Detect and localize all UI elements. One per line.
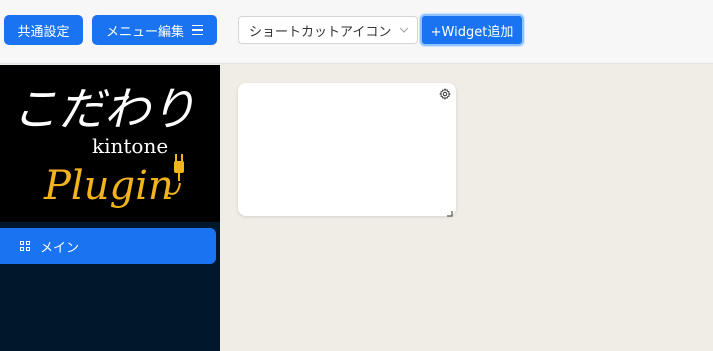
shortcut-select[interactable]: ショートカットアイコン	[238, 16, 418, 44]
sidebar-item-main[interactable]: メイン	[0, 228, 216, 264]
resize-handle-icon[interactable]	[446, 206, 453, 217]
sidebar: こだわり kintone Plugin メイン	[0, 65, 220, 351]
dashboard-canvas	[220, 65, 713, 351]
add-widget-button[interactable]: +Widget追加	[420, 14, 524, 46]
kodawari-plugin-logo: こだわり kintone Plugin	[0, 65, 220, 222]
add-widget-label: +Widget追加	[430, 24, 514, 40]
logo-text-plugin: Plugin	[43, 163, 174, 209]
menu-edit-label: メニュー編集	[105, 24, 184, 40]
toolbar: 共通設定 メニュー編集 ショートカットアイコン +Widget追加	[0, 0, 713, 64]
sidebar-item-label: メイン	[40, 240, 80, 256]
chevron-down-icon	[399, 25, 409, 35]
common-settings-button[interactable]: 共通設定	[4, 15, 83, 45]
gear-icon[interactable]	[439, 88, 451, 100]
hamburger-icon	[192, 24, 203, 36]
grid-icon	[20, 241, 30, 251]
common-settings-label: 共通設定	[17, 24, 70, 40]
menu-edit-button[interactable]: メニュー編集	[92, 15, 217, 45]
widget-card[interactable]	[238, 83, 456, 217]
logo-text-kodawari: こだわり	[12, 82, 196, 136]
shortcut-select-value: ショートカットアイコン	[249, 24, 392, 40]
logo-text-kintone: kintone	[92, 134, 168, 158]
